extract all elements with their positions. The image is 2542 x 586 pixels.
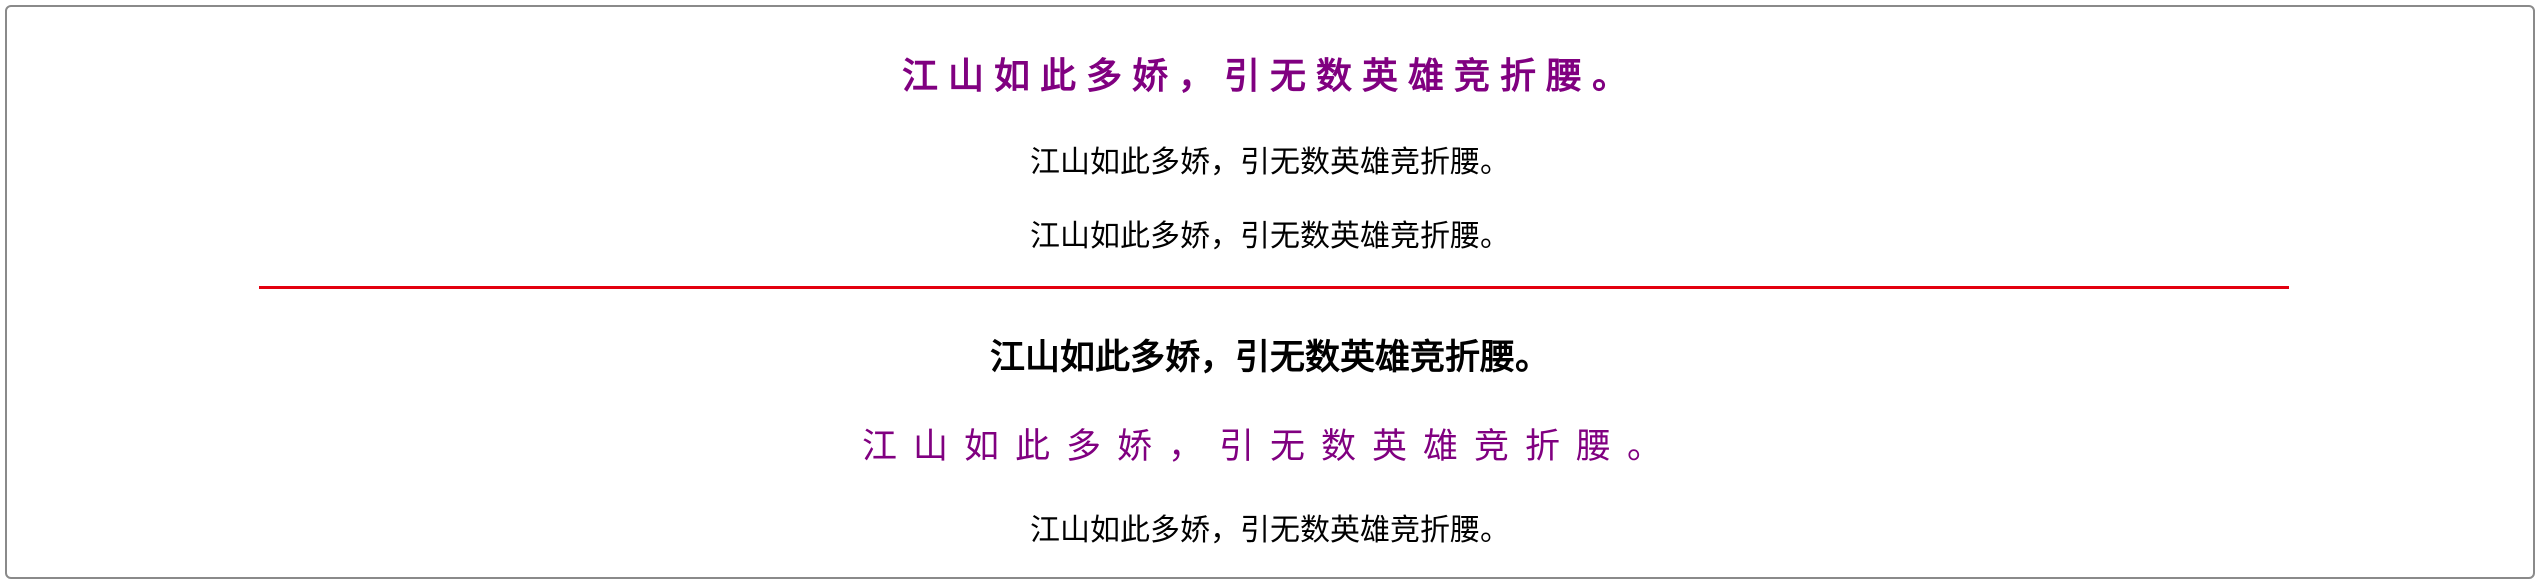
red-divider: [259, 286, 2289, 289]
plain-text-line: 江山如此多娇，引无数英雄竞折腰。: [1030, 219, 1510, 254]
content-frame: 江山如此多娇，引无数英雄竞折腰。 江山如此多娇，引无数英雄竞折腰。 江山如此多娇…: [5, 5, 2535, 579]
styled-text-line-purple-bold-spaced: 江山如此多娇，引无数英雄竞折腰。: [901, 56, 1638, 97]
bold-text-line: 江山如此多娇，引无数英雄竞折腰。: [989, 338, 1550, 378]
styled-text-line-purple-spaced: 江山如此多娇，引无数英雄竞折腰。: [861, 427, 1678, 467]
plain-text-line: 江山如此多娇，引无数英雄竞折腰。: [1030, 513, 1510, 548]
plain-text-line: 江山如此多娇，引无数英雄竞折腰。: [1030, 145, 1510, 180]
